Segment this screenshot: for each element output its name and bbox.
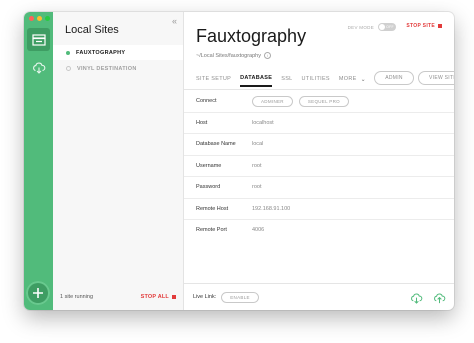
field-label: Remote Host bbox=[196, 205, 229, 212]
tab-database[interactable]: DATABASE bbox=[240, 71, 273, 87]
dev-mode-toggle[interactable]: OFF bbox=[378, 23, 396, 31]
site-item-label: FAUXTOGRAPHY bbox=[76, 49, 126, 56]
sites-nav-button[interactable] bbox=[27, 28, 50, 51]
field-label: Database Name bbox=[196, 141, 236, 148]
info-icon[interactable]: i bbox=[263, 52, 271, 59]
stopped-status-dot bbox=[66, 66, 71, 71]
cloud-download-icon[interactable] bbox=[410, 293, 423, 304]
field-value: 4006 bbox=[252, 227, 265, 234]
site-detail: Fauxtography ~/Local Sites/fauxtography … bbox=[184, 12, 454, 310]
running-status-dot bbox=[66, 50, 70, 55]
maximize-window-button[interactable] bbox=[45, 16, 50, 21]
toggle-knob bbox=[379, 24, 385, 30]
stop-square-icon bbox=[172, 295, 176, 299]
field-label: Host bbox=[196, 119, 208, 126]
collapse-sidebar-icon[interactable]: « bbox=[172, 16, 177, 26]
tab-utilities[interactable]: UTILITIES bbox=[302, 71, 330, 87]
admin-button[interactable]: ADMIN bbox=[374, 71, 414, 85]
field-value: root bbox=[252, 184, 262, 191]
cloud-upload-icon[interactable] bbox=[433, 293, 446, 304]
field-label: Remote Port bbox=[196, 227, 227, 234]
stop-square-icon bbox=[438, 24, 442, 28]
table-row: Host localhost bbox=[184, 113, 454, 134]
sequel-pro-button[interactable]: SEQUEL PRO bbox=[298, 95, 349, 107]
field-value: root bbox=[252, 162, 262, 169]
tab-ssl[interactable]: SSL bbox=[281, 71, 292, 87]
table-row: Database Name local bbox=[184, 134, 454, 156]
toggle-state: OFF bbox=[386, 24, 394, 29]
site-item-label: VINYL DESTINATION bbox=[77, 65, 137, 72]
stop-all-button[interactable]: STOP ALL bbox=[141, 294, 176, 300]
sites-stack-icon bbox=[31, 33, 46, 46]
tab-site-setup[interactable]: SITE SETUP bbox=[196, 71, 231, 87]
adminer-button[interactable]: ADMINER bbox=[252, 95, 293, 107]
chevron-down-icon[interactable]: ⌄ bbox=[361, 76, 366, 83]
table-row: Remote Host 192.168.91.100 bbox=[184, 199, 454, 220]
nav-rail bbox=[24, 12, 53, 310]
field-label: Password bbox=[196, 184, 221, 191]
view-site-button[interactable]: VIEW SITE bbox=[418, 71, 454, 85]
sites-title: Local Sites bbox=[65, 24, 119, 36]
table-row: Password root bbox=[184, 177, 454, 199]
table-row: Remote Port 4006 bbox=[184, 220, 454, 241]
minimize-window-button[interactable] bbox=[37, 16, 42, 21]
dev-mode-label: DEV MODE bbox=[347, 24, 374, 30]
site-path-text: ~/Local Sites/fauxtography bbox=[196, 52, 261, 59]
site-item-fauxtography[interactable]: FAUXTOGRAPHY bbox=[53, 45, 183, 60]
footer-icons bbox=[410, 293, 446, 304]
tabs-divider bbox=[184, 89, 454, 90]
database-fields: Connect ADMINER SEQUEL PRO Host localhos… bbox=[184, 91, 454, 241]
cloud-nav-button[interactable] bbox=[27, 56, 50, 79]
stop-site-label: STOP SITE bbox=[406, 23, 435, 29]
dev-mode-control: DEV MODE OFF bbox=[348, 23, 396, 31]
window-controls bbox=[29, 16, 50, 21]
site-footer: Live Link: ENABLE bbox=[184, 283, 454, 310]
close-window-button[interactable] bbox=[29, 16, 34, 21]
app-window: Local Sites « FAUXTOGRAPHY VINYL DESTINA… bbox=[24, 12, 454, 310]
connect-label: Connect bbox=[196, 98, 217, 105]
connect-row: Connect ADMINER SEQUEL PRO bbox=[184, 91, 454, 113]
field-value: 192.168.91.100 bbox=[252, 205, 291, 212]
field-value: local bbox=[252, 141, 264, 148]
site-item-vinyl-destination[interactable]: VINYL DESTINATION bbox=[53, 61, 183, 76]
stop-site-button[interactable]: STOP SITE bbox=[406, 23, 442, 29]
sites-footer: 1 site running STOP ALL bbox=[53, 284, 183, 310]
cloud-download-icon bbox=[32, 62, 45, 74]
tab-more[interactable]: MORE bbox=[339, 71, 357, 87]
site-path: ~/Local Sites/fauxtography i bbox=[196, 52, 271, 59]
stop-all-label: STOP ALL bbox=[140, 294, 169, 300]
sites-running-status: 1 site running bbox=[60, 294, 94, 300]
enable-live-link-button[interactable]: ENABLE bbox=[221, 291, 259, 303]
field-value: localhost bbox=[252, 119, 274, 126]
live-link-label: Live Link: bbox=[193, 294, 217, 300]
plus-icon bbox=[33, 288, 43, 298]
page-title: Fauxtography bbox=[196, 26, 307, 46]
site-tabs: SITE SETUP DATABASE SSL UTILITIES MORE ⌄ bbox=[196, 71, 374, 87]
sites-sidebar: Local Sites « FAUXTOGRAPHY VINYL DESTINA… bbox=[53, 12, 184, 310]
field-label: Username bbox=[196, 162, 222, 169]
table-row: Username root bbox=[184, 156, 454, 177]
add-site-button[interactable] bbox=[26, 281, 50, 305]
